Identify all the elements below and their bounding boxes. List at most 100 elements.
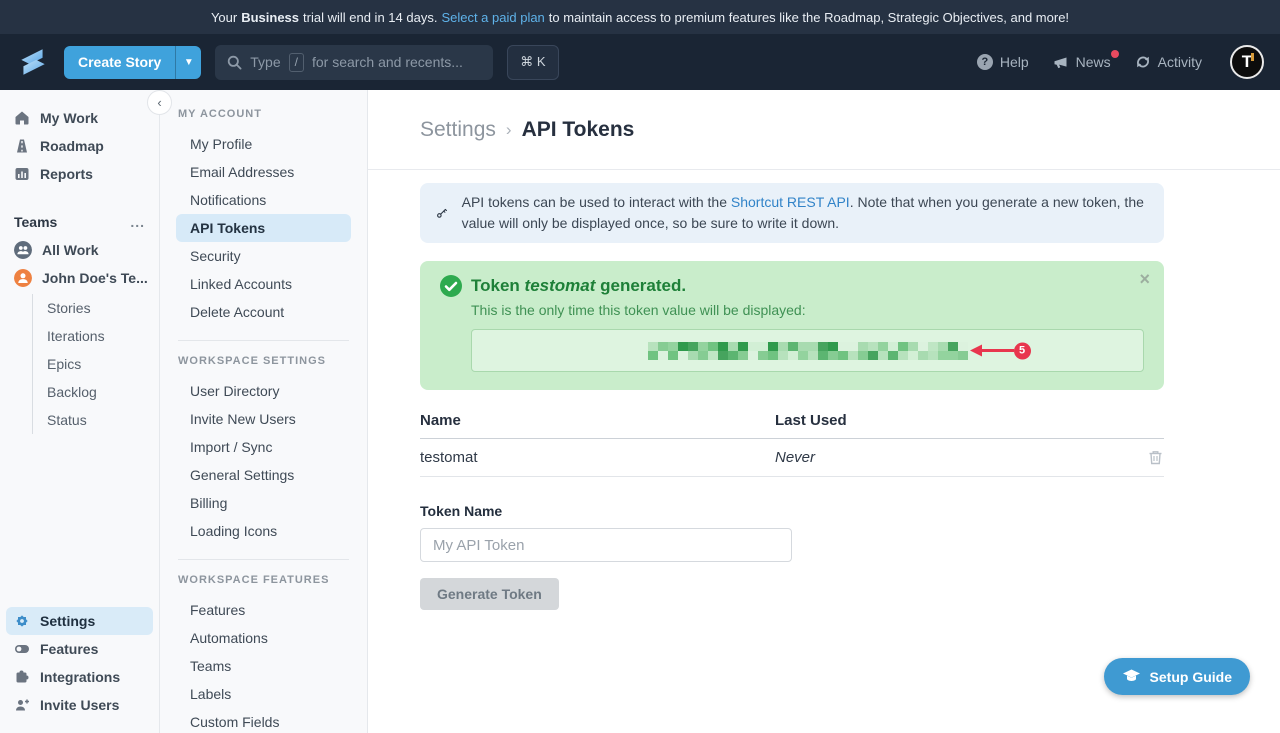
create-story-caret-icon[interactable]: ▼ bbox=[175, 46, 201, 79]
sidebar-item-my-work[interactable]: My Work bbox=[0, 104, 159, 132]
create-story-button[interactable]: Create Story ▼ bbox=[64, 46, 201, 79]
sidebar-item-status[interactable]: Status bbox=[33, 406, 159, 434]
sidebar-item-epics[interactable]: Epics bbox=[33, 350, 159, 378]
settings-nav-invite-new-users[interactable]: Invite New Users bbox=[160, 405, 367, 433]
sidebar-item-backlog[interactable]: Backlog bbox=[33, 378, 159, 406]
breadcrumb-settings[interactable]: Settings bbox=[420, 118, 496, 142]
news-label: News bbox=[1076, 54, 1111, 70]
sidebar-item-reports[interactable]: Reports bbox=[0, 160, 159, 188]
top-navbar: Create Story ▼ Type / for search and rec… bbox=[0, 34, 1280, 90]
toggle-icon bbox=[14, 641, 30, 657]
token-name-input[interactable] bbox=[420, 528, 792, 562]
column-header-name: Name bbox=[420, 412, 775, 429]
sidebar-item-stories[interactable]: Stories bbox=[33, 294, 159, 322]
column-header-last-used: Last Used bbox=[775, 412, 1164, 429]
news-notification-dot bbox=[1111, 50, 1119, 58]
settings-nav-custom-fields[interactable]: Custom Fields bbox=[160, 708, 367, 733]
settings-nav-my-profile[interactable]: My Profile bbox=[160, 130, 367, 158]
annotation-number: 5 bbox=[1014, 342, 1031, 359]
teams-header-label: Teams bbox=[14, 214, 57, 230]
api-tokens-info-box: API tokens can be used to interact with … bbox=[420, 183, 1164, 243]
banner-text-2: trial will end in 14 days. bbox=[303, 10, 437, 25]
token-value-field: 5 bbox=[471, 329, 1144, 372]
shortcut-logo-icon[interactable] bbox=[16, 47, 50, 77]
page-header: Settings › API Tokens bbox=[368, 90, 1280, 170]
teams-section-header: Teams ... bbox=[0, 208, 159, 236]
team-sub-nav: Stories Iterations Epics Backlog Status bbox=[32, 294, 159, 434]
activity-icon bbox=[1135, 54, 1151, 70]
invite-user-icon bbox=[14, 697, 30, 713]
banner-plan-name: Business bbox=[241, 10, 299, 25]
primary-sidebar: ‹ My Work Roadmap Reports Teams bbox=[0, 90, 160, 733]
settings-sidebar: MY ACCOUNT My Profile Email Addresses No… bbox=[160, 90, 368, 733]
settings-nav-loading-icons[interactable]: Loading Icons bbox=[160, 517, 367, 545]
token-name-cell: testomat bbox=[420, 449, 775, 466]
trash-icon bbox=[1147, 449, 1164, 466]
team-avatar bbox=[14, 269, 32, 287]
section-title-my-account: MY ACCOUNT bbox=[160, 108, 367, 120]
section-title-workspace-settings: WORKSPACE SETTINGS bbox=[160, 355, 367, 367]
token-last-used-cell: Never bbox=[775, 449, 1147, 466]
settings-nav-security[interactable]: Security bbox=[160, 242, 367, 270]
setup-guide-button[interactable]: Setup Guide bbox=[1104, 658, 1250, 695]
search-icon bbox=[227, 55, 242, 70]
generate-token-button[interactable]: Generate Token bbox=[420, 578, 559, 610]
roadmap-icon bbox=[14, 138, 30, 154]
sidebar-item-john-does-team[interactable]: John Doe's Te... bbox=[0, 264, 159, 292]
user-avatar[interactable]: T bbox=[1230, 45, 1264, 79]
search-placeholder-prefix: Type bbox=[250, 54, 280, 70]
delete-token-button[interactable] bbox=[1147, 449, 1164, 466]
settings-nav-general-settings[interactable]: General Settings bbox=[160, 461, 367, 489]
page-title: API Tokens bbox=[522, 118, 635, 142]
help-button[interactable]: ? Help bbox=[977, 54, 1029, 70]
chevron-right-icon: › bbox=[506, 120, 512, 140]
sidebar-item-settings[interactable]: Settings bbox=[6, 607, 153, 635]
news-button[interactable]: News bbox=[1053, 54, 1111, 70]
sidebar-label: Settings bbox=[40, 613, 95, 629]
settings-nav-email-addresses[interactable]: Email Addresses bbox=[160, 158, 367, 186]
sidebar-label: All Work bbox=[42, 242, 99, 258]
settings-nav-labels[interactable]: Labels bbox=[160, 680, 367, 708]
redacted-token bbox=[648, 342, 968, 360]
keyboard-shortcut-badge: ⌘ K bbox=[507, 45, 558, 80]
alert-title-text: Token testomat generated. bbox=[471, 276, 686, 296]
settings-nav-api-tokens[interactable]: API Tokens bbox=[176, 214, 351, 242]
rest-api-link[interactable]: Shortcut REST API bbox=[731, 194, 850, 210]
puzzle-icon bbox=[14, 669, 30, 685]
create-story-label[interactable]: Create Story bbox=[64, 46, 175, 79]
settings-nav-automations[interactable]: Automations bbox=[160, 624, 367, 652]
settings-nav-user-directory[interactable]: User Directory bbox=[160, 377, 367, 405]
settings-nav-linked-accounts[interactable]: Linked Accounts bbox=[160, 270, 367, 298]
annotation-marker: 5 bbox=[970, 342, 1031, 359]
home-icon bbox=[14, 110, 30, 126]
sidebar-item-iterations[interactable]: Iterations bbox=[33, 322, 159, 350]
sidebar-label: Invite Users bbox=[40, 697, 119, 713]
settings-nav-delete-account[interactable]: Delete Account bbox=[160, 298, 367, 326]
settings-nav-notifications[interactable]: Notifications bbox=[160, 186, 367, 214]
breadcrumb: Settings › API Tokens bbox=[420, 118, 634, 142]
search-input[interactable]: Type / for search and recents... bbox=[215, 45, 493, 80]
settings-nav-teams[interactable]: Teams bbox=[160, 652, 367, 680]
sidebar-item-all-work[interactable]: All Work bbox=[0, 236, 159, 264]
sidebar-item-invite-users[interactable]: Invite Users bbox=[0, 691, 159, 719]
sidebar-item-integrations[interactable]: Integrations bbox=[0, 663, 159, 691]
settings-nav-import-sync[interactable]: Import / Sync bbox=[160, 433, 367, 461]
settings-nav-features[interactable]: Features bbox=[160, 596, 367, 624]
arrow-left-icon bbox=[970, 344, 1016, 358]
check-circle-icon bbox=[440, 275, 462, 297]
content-area: API tokens can be used to interact with … bbox=[420, 183, 1164, 610]
all-work-avatar bbox=[14, 241, 32, 259]
section-title-workspace-features: WORKSPACE FEATURES bbox=[160, 574, 367, 586]
teams-menu-button[interactable]: ... bbox=[130, 214, 145, 230]
main-content: Settings › API Tokens API tokens can be … bbox=[368, 90, 1280, 733]
key-icon bbox=[436, 204, 448, 222]
sidebar-label: Features bbox=[40, 641, 98, 657]
sidebar-item-roadmap[interactable]: Roadmap bbox=[0, 132, 159, 160]
close-icon[interactable]: × bbox=[1139, 269, 1150, 290]
activity-button[interactable]: Activity bbox=[1135, 54, 1202, 70]
sidebar-collapse-button[interactable]: ‹ bbox=[147, 90, 172, 115]
select-paid-plan-link[interactable]: Select a paid plan bbox=[441, 10, 544, 25]
settings-nav-billing[interactable]: Billing bbox=[160, 489, 367, 517]
sidebar-item-features[interactable]: Features bbox=[0, 635, 159, 663]
help-icon: ? bbox=[977, 54, 993, 70]
